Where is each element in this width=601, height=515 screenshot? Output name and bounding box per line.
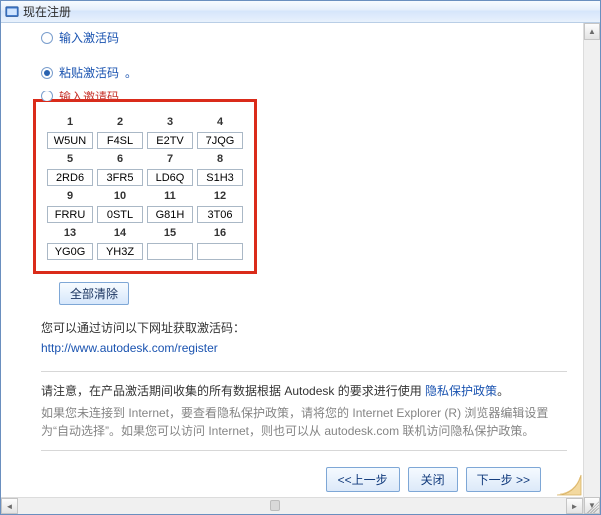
nav-button-row: <<上一步 关闭 下一步 >> [41, 461, 567, 500]
cell-label: 3 [146, 115, 194, 129]
register-url-link[interactable]: http://www.autodesk.com/register [41, 341, 218, 355]
code-input-1[interactable] [47, 132, 93, 149]
vertical-scrollbar[interactable]: ▲ ▼ [583, 23, 600, 514]
cell-label: 6 [96, 152, 144, 166]
back-button[interactable]: <<上一步 [326, 467, 400, 492]
radio-icon-selected [41, 67, 53, 79]
scroll-up-arrow[interactable]: ▲ [584, 23, 600, 40]
code-input-13[interactable] [47, 243, 93, 260]
code-input-8[interactable] [197, 169, 243, 186]
visit-url-text: 您可以通过访问以下网址获取激活码： [41, 319, 567, 337]
cell-label: 4 [196, 115, 244, 129]
radio-enter-label: 输入激活码 [59, 29, 119, 46]
code-input-7[interactable] [147, 169, 193, 186]
activation-code-box: 1 2 3 4 5 6 [33, 99, 257, 274]
hscroll-thumb[interactable] [270, 500, 280, 511]
radio-icon [41, 91, 53, 101]
cell-label: 15 [146, 226, 194, 240]
window-title: 现在注册 [23, 3, 71, 20]
horizontal-scrollbar[interactable]: ◄ ► [1, 497, 583, 514]
code-input-15[interactable] [147, 243, 193, 260]
cell-label: 9 [46, 189, 94, 203]
main-content: 输入激活码 粘贴激活码。 输入邀请码 1 2 3 [1, 23, 583, 514]
hscroll-track[interactable] [18, 498, 566, 514]
privacy-link-inline[interactable]: 隐私保护政策 [425, 384, 497, 398]
gray-info-text: 如果您未连接到 Internet，要查看隐私保护政策，请将您的 Internet… [41, 404, 567, 440]
clear-all-button[interactable]: 全部清除 [59, 282, 129, 305]
notice-suffix: 。 [497, 384, 509, 398]
code-input-12[interactable] [197, 206, 243, 223]
code-grid: 1 2 3 4 5 6 [44, 112, 246, 263]
radio-enter-code[interactable]: 输入激活码 [41, 29, 567, 46]
cell-label: 11 [146, 189, 194, 203]
period: 。 [125, 64, 137, 81]
vscroll-track[interactable] [584, 40, 600, 497]
notice-prefix: 请注意，在产品激活期间收集的所有数据根据 Autodesk 的要求进行使用 [41, 384, 425, 398]
code-input-4[interactable] [197, 132, 243, 149]
scroll-left-arrow[interactable]: ◄ [1, 498, 18, 514]
cell-label: 8 [196, 152, 244, 166]
cell-label: 2 [96, 115, 144, 129]
cell-label: 7 [146, 152, 194, 166]
close-button[interactable]: 关闭 [408, 467, 458, 492]
next-button[interactable]: 下一步 >> [466, 467, 541, 492]
code-input-10[interactable] [97, 206, 143, 223]
registration-window: 现在注册 输入激活码 粘贴激活码。 输入邀请码 [0, 0, 601, 515]
app-icon [5, 5, 19, 19]
cell-label: 14 [96, 226, 144, 240]
separator [41, 371, 567, 372]
radio-paste-code[interactable]: 粘贴激活码。 [41, 64, 567, 81]
cell-label: 10 [96, 189, 144, 203]
radio-third-truncated[interactable]: 输入邀请码 [41, 91, 567, 101]
code-input-11[interactable] [147, 206, 193, 223]
radio-third-label: 输入邀请码 [59, 91, 119, 101]
scroll-right-arrow[interactable]: ► [566, 498, 583, 514]
cell-label: 1 [46, 115, 94, 129]
code-input-16[interactable] [197, 243, 243, 260]
radio-icon [41, 32, 53, 44]
code-input-6[interactable] [97, 169, 143, 186]
code-input-9[interactable] [47, 206, 93, 223]
code-input-5[interactable] [47, 169, 93, 186]
code-input-3[interactable] [147, 132, 193, 149]
cell-label: 5 [46, 152, 94, 166]
radio-paste-label: 粘贴激活码 [59, 64, 119, 81]
resize-grip-icon[interactable] [584, 498, 599, 513]
titlebar: 现在注册 [1, 1, 600, 23]
cell-label: 12 [196, 189, 244, 203]
cell-label: 16 [196, 226, 244, 240]
code-input-14[interactable] [97, 243, 143, 260]
code-input-2[interactable] [97, 132, 143, 149]
notice-line: 请注意，在产品激活期间收集的所有数据根据 Autodesk 的要求进行使用 隐私… [41, 382, 567, 400]
cell-label: 13 [46, 226, 94, 240]
separator [41, 450, 567, 451]
